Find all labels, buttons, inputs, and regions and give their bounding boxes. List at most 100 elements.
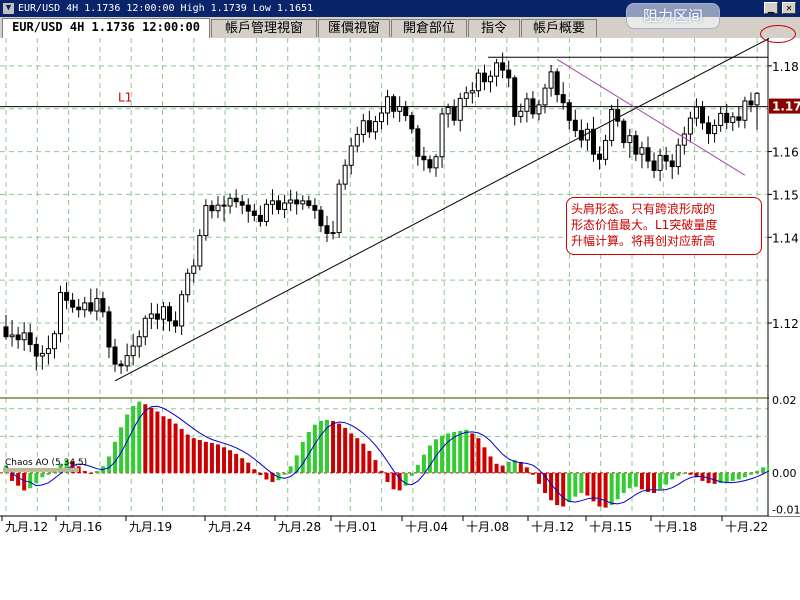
tab-chart[interactable]: EUR/USD 4H 1.1736 12:00:00 [2, 18, 210, 38]
ao-bar [427, 445, 432, 473]
price-tick-label: 1.16 [772, 146, 799, 160]
time-tick-label: 九月.28 [278, 520, 321, 534]
candle-body [88, 302, 94, 312]
candle-body [597, 153, 603, 160]
tab-account-summary[interactable]: 帳戶概要 [521, 19, 597, 37]
ao-bar [373, 460, 378, 473]
ao-bar [300, 441, 305, 473]
time-tick-label: 十月.22 [725, 520, 768, 534]
candle-body [488, 75, 494, 83]
ao-bar [355, 438, 360, 473]
candle-body [9, 334, 15, 338]
candle-body [221, 204, 227, 207]
candle-body [639, 147, 645, 155]
current-price-label: 1.17 [772, 100, 800, 114]
ao-tick-label: 0.00 [772, 467, 797, 480]
tab-quotes[interactable]: 匯價視窗 [318, 19, 390, 37]
price-chart[interactable]: L1 Chaos AO (5,34,5) 1.181.161.151.141.1… [0, 38, 800, 600]
candle-body [475, 72, 481, 92]
ao-tick-label: -0.01 [772, 503, 800, 516]
candle-body [173, 320, 179, 327]
ao-bar [621, 472, 626, 493]
candle-body [227, 197, 233, 207]
candle-body [94, 298, 100, 312]
ao-tick-label: 0.02 [772, 394, 797, 407]
ao-bar [185, 434, 190, 473]
ao-label-underline [3, 467, 79, 472]
candle-body [706, 122, 712, 135]
ao-bar [131, 406, 136, 473]
candle-body [269, 200, 275, 205]
candle-body [633, 135, 639, 155]
candle-body [324, 225, 330, 234]
candle-body [421, 155, 427, 161]
time-tick-label: 十月.08 [466, 520, 509, 534]
ao-bar [137, 401, 142, 473]
candle-body [51, 333, 57, 350]
time-tick-label: 九月.12 [5, 520, 48, 534]
ao-bar [179, 429, 184, 473]
ao-bar [318, 421, 323, 473]
ao-bar [34, 472, 39, 484]
candle-body [712, 124, 718, 135]
time-tick-label: 九月.19 [129, 520, 172, 534]
annotation-box: 头肩形态。只有跨浪形成的 形态价值最大。L1突破量度 升幅计算。将再创对应新高 [566, 197, 762, 255]
ao-bar [524, 467, 529, 473]
ao-bar [240, 458, 245, 473]
candle-body [354, 133, 360, 147]
ao-bar [215, 444, 220, 473]
candle-body [500, 62, 506, 71]
resistance-circle-marker [760, 25, 796, 43]
candle-body [15, 334, 21, 341]
tab-account-management[interactable]: 帳戶管理視窗 [211, 19, 317, 37]
candle-body [197, 235, 203, 267]
candle-body [560, 94, 566, 104]
ao-bar [28, 472, 33, 489]
ao-bar [530, 472, 535, 475]
ao-bar [639, 472, 644, 490]
candle-body [754, 92, 760, 106]
time-tick-label: 十月.15 [589, 520, 632, 534]
candle-body [736, 116, 742, 121]
candle-body [263, 203, 269, 222]
ao-bar [252, 469, 257, 473]
candle-body [397, 106, 403, 112]
candle-body [239, 201, 245, 206]
ao-bar [561, 472, 566, 507]
ao-bar [761, 467, 766, 473]
candle-body [330, 232, 336, 235]
candle-body [663, 154, 669, 162]
candle-body [457, 97, 463, 121]
ao-bar [585, 472, 590, 496]
ao-bar [82, 471, 87, 473]
candle-body [730, 116, 736, 123]
candle-body [524, 98, 530, 112]
candle-body [445, 106, 451, 115]
candle-body [203, 205, 209, 237]
candle-body [282, 202, 288, 210]
resistance-zone-label: 阻力区间 [626, 3, 720, 29]
candle-body [391, 96, 397, 112]
price-tick-label: 1.12 [772, 317, 799, 331]
candle-body [657, 154, 663, 171]
ao-bar [331, 421, 336, 473]
ao-bar [664, 472, 669, 485]
candle-body [39, 352, 45, 357]
minimize-icon[interactable]: ▁ [764, 2, 778, 14]
candle-body [288, 199, 294, 204]
candle-body [142, 317, 148, 338]
candle-body [590, 128, 596, 155]
price-tick-label: 1.15 [772, 188, 799, 202]
ao-bar [506, 461, 511, 473]
tab-orders[interactable]: 指令 [468, 19, 520, 37]
tab-open-positions[interactable]: 開倉部位 [391, 19, 467, 37]
candle-body [21, 332, 27, 341]
candle-body [518, 110, 524, 117]
candle-body [512, 77, 518, 117]
ao-bar [391, 472, 396, 490]
close-icon[interactable]: ✕ [782, 2, 796, 14]
candle-body [336, 183, 342, 234]
candle-body [233, 197, 239, 203]
candle-body [403, 106, 409, 117]
ao-bar [591, 472, 596, 502]
